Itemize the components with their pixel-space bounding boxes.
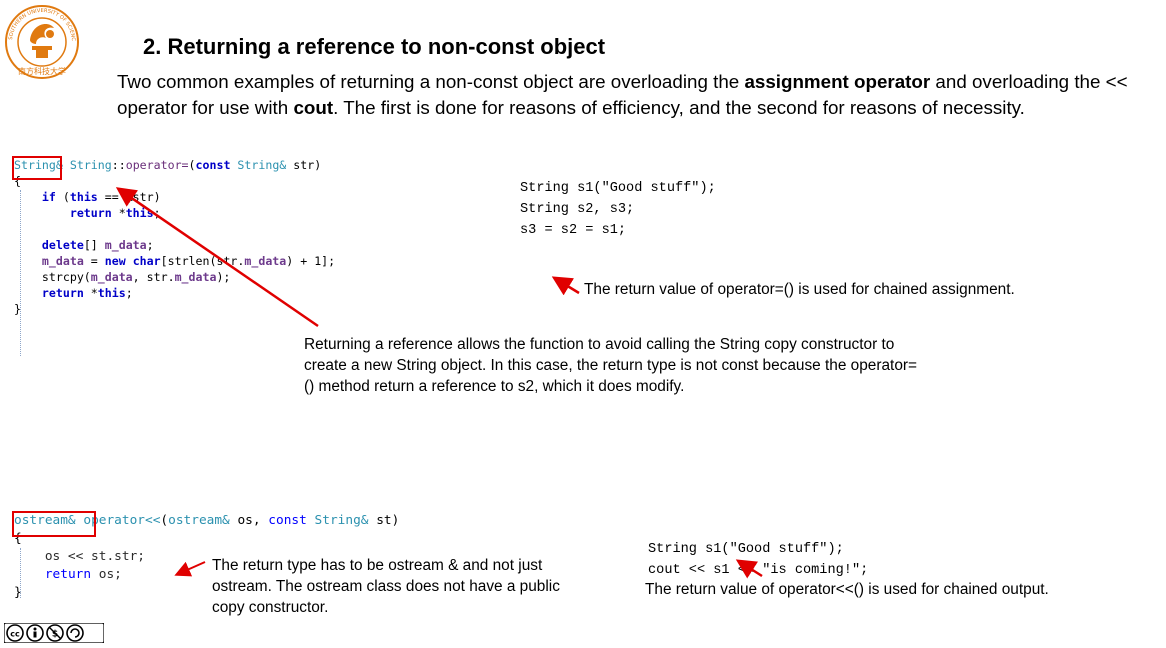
cc-license-badge: cc $ <box>3 622 105 644</box>
arrow-chained-assignment <box>551 276 580 296</box>
slide-title: 2. Returning a reference to non-const ob… <box>143 34 606 59</box>
usage-example-cout: String s1("Good stuff"); cout << s1 << "i… <box>648 542 869 578</box>
bold-assignment-operator: assignment operator <box>744 71 931 92</box>
note-chained-assignment: The return value of operator=() is used … <box>584 281 1015 298</box>
bold-cout: cout <box>293 97 334 118</box>
code-line: strcpy(m_data, str.m_data); <box>14 270 231 284</box>
indent-guide <box>20 190 21 356</box>
svg-text:cc: cc <box>10 630 20 639</box>
code-line: return *this; <box>69 206 161 220</box>
intro-paragraph: Two common examples of returning a non-c… <box>117 71 1128 118</box>
note-chained-output: The return value of operator<<() is used… <box>645 581 1049 598</box>
code-line: return *this; <box>41 286 133 300</box>
code-line: { <box>14 174 21 188</box>
code-line: m_data = new char[strlen(str.m_data) + 1… <box>41 254 336 268</box>
highlight-box-ostream-ref <box>12 511 96 537</box>
code-line: } <box>14 302 21 316</box>
code-line: String& String::operator=(const String& … <box>14 158 322 172</box>
note-ostream-reference: The return type has to be ostream & and … <box>212 557 560 616</box>
highlight-box-string-ref <box>12 156 62 180</box>
indent-guide <box>20 548 21 598</box>
code-line: if (this == &str) <box>41 190 161 204</box>
note-return-reference: Returning a reference allows the functio… <box>304 336 917 395</box>
usage-example-assignment: String s1("Good stuff"); String s2, s3; s3… <box>520 181 716 238</box>
logo-bottom-text: 南方科技大学 <box>18 66 66 76</box>
code-line: delete[] m_data; <box>41 238 154 252</box>
university-logo: SOUTHERN UNIVERSITY OF SCIENCE AND TECHN… <box>0 0 108 82</box>
code-assignment-operator: String& String::operator=(const String& … <box>14 157 335 317</box>
